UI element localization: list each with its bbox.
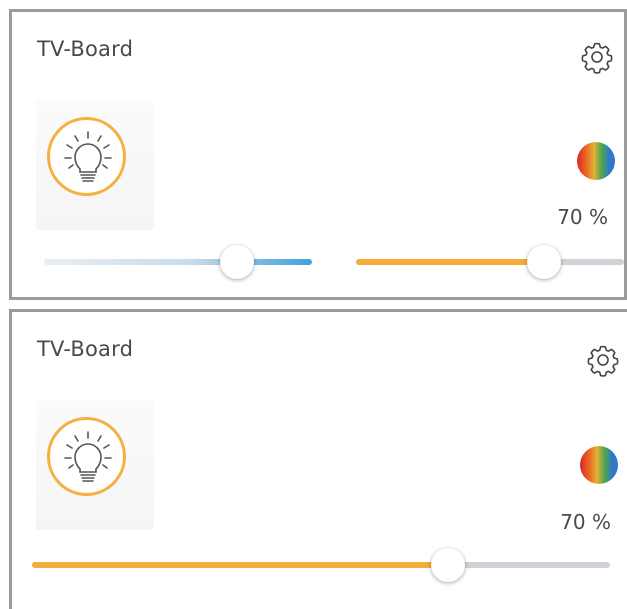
brightness-slider[interactable]	[32, 548, 610, 582]
lightbulb-icon	[64, 431, 112, 482]
gear-icon[interactable]	[578, 38, 616, 76]
brightness-percent: 70 %	[557, 205, 608, 229]
slider-track	[44, 259, 312, 265]
color-picker-icon[interactable]	[577, 142, 615, 180]
card-title: TV-Board	[37, 37, 134, 61]
light-card: TV-Board 70 %	[9, 9, 627, 300]
slider-thumb[interactable]	[219, 245, 254, 279]
slider-fill	[32, 562, 449, 568]
color-picker-icon[interactable]	[580, 446, 618, 484]
gear-icon[interactable]	[584, 341, 622, 379]
light-toggle[interactable]	[36, 100, 154, 230]
lightbulb-icon	[64, 131, 112, 182]
slider-thumb[interactable]	[431, 548, 466, 582]
card-title: TV-Board	[37, 337, 134, 361]
brightness-slider[interactable]	[356, 245, 624, 279]
brightness-percent: 70 %	[560, 510, 611, 534]
bulb-ring	[47, 117, 126, 196]
light-card: TV-Board 70 %	[9, 309, 627, 609]
bulb-ring	[47, 417, 126, 496]
light-toggle[interactable]	[36, 400, 154, 530]
color-temperature-slider[interactable]	[44, 245, 312, 279]
slider-thumb[interactable]	[526, 245, 561, 279]
slider-fill	[356, 259, 544, 265]
